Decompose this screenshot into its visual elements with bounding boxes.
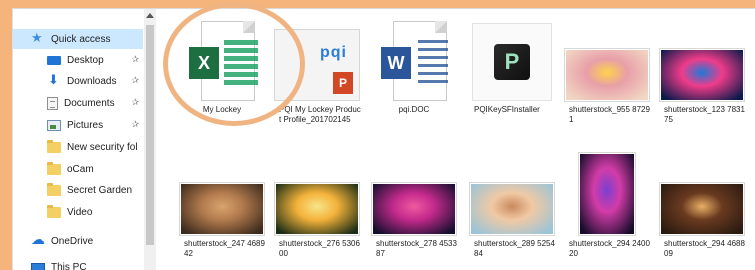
file-thumbnail (368, 151, 460, 235)
image-thumbnail (660, 183, 744, 235)
pin-icon: ✰ (131, 54, 139, 64)
file-thumbnail (561, 19, 653, 101)
nav-item-desktop[interactable]: Desktop ✰ (13, 50, 143, 70)
file-name: PQI My Lockey Product Profile_201702145 (279, 105, 361, 124)
file-thumbnail (466, 151, 558, 235)
folder-icon (47, 139, 61, 153)
image-thumbnail (660, 49, 744, 101)
nav-item-label: Downloads (67, 75, 117, 87)
image-thumbnail (372, 183, 456, 235)
file-name: shutterstock_289 525484 (474, 239, 555, 258)
nav-item-label: Secret Garden (67, 184, 133, 196)
nav-item-ocam[interactable]: oCam (13, 159, 143, 179)
file-name: shutterstock_294 468809 (664, 239, 745, 258)
file-item[interactable]: shutterstock_247 468942 (176, 151, 268, 259)
file-name: shutterstock_955 87291 (569, 105, 650, 124)
file-thumbnail (656, 19, 748, 101)
nav-item-label: Pictures (67, 119, 104, 131)
file-explorer-window: Quick access Desktop ✰ Downloads ✰ Documents ✰… (12, 8, 755, 270)
file-name: shutterstock_247 468942 (184, 239, 265, 258)
file-item[interactable]: shutterstock_276 530600 (271, 151, 363, 259)
file-item[interactable]: PQIKeySFInstaller (466, 19, 558, 115)
image-thumbnail (579, 153, 635, 235)
folder-icon (47, 204, 61, 218)
pictures-icon (47, 119, 61, 131)
file-item[interactable]: shutterstock_294 240020 (561, 151, 653, 259)
highlight-circle (163, 2, 305, 126)
nav-item-new-security-fol[interactable]: New security fol (13, 137, 143, 157)
file-thumbnail (176, 151, 268, 235)
nav-item-label: Quick access (51, 33, 111, 45)
file-thumbnail (561, 151, 653, 235)
file-name: PQIKeySFInstaller (474, 105, 540, 114)
file-item[interactable]: shutterstock_294 468809 (656, 151, 748, 259)
cloud-icon (31, 231, 45, 248)
nav-item-label: OneDrive (51, 235, 94, 247)
nav-item-label: Documents (64, 97, 115, 109)
file-name: shutterstock_276 530600 (279, 239, 360, 258)
folder-icon (47, 161, 61, 175)
computer-icon (31, 262, 45, 270)
image-thumbnail (470, 183, 554, 235)
file-name: shutterstock_278 453387 (376, 239, 457, 258)
installer-app-icon (472, 23, 552, 101)
nav-item-this-pc[interactable]: This PC (13, 257, 143, 270)
image-thumbnail (180, 183, 264, 235)
file-name: shutterstock_294 240020 (569, 239, 650, 258)
desktop-icon (47, 55, 61, 65)
nav-item-onedrive[interactable]: OneDrive (13, 231, 143, 251)
nav-item-label: New security fol (67, 141, 138, 153)
word-file-icon: W (381, 21, 448, 101)
file-item[interactable]: Wpqi.DOC (368, 19, 460, 115)
nav-item-documents[interactable]: Documents ✰ (13, 93, 143, 113)
file-thumbnail (466, 19, 558, 101)
nav-item-pictures[interactable]: Pictures ✰ (13, 115, 143, 135)
image-thumbnail (565, 49, 649, 101)
pin-icon: ✰ (131, 119, 139, 129)
nav-item-label: This PC (51, 261, 87, 270)
file-name: shutterstock_123 783175 (664, 105, 745, 124)
screenshot-frame: Quick access Desktop ✰ Downloads ✰ Documents ✰… (0, 0, 755, 270)
file-item[interactable]: shutterstock_289 525484 (466, 151, 558, 259)
file-thumbnail (271, 151, 363, 235)
file-item[interactable]: shutterstock_278 453387 (368, 151, 460, 259)
nav-item-secret-garden[interactable]: Secret Garden (13, 180, 143, 200)
navigation-scrollbar[interactable] (144, 9, 156, 270)
documents-icon (47, 96, 58, 110)
pin-icon: ✰ (131, 97, 139, 107)
nav-item-video[interactable]: Video (13, 202, 143, 222)
folder-icon (47, 182, 61, 196)
nav-item-label: oCam (67, 163, 94, 175)
download-icon (47, 72, 61, 88)
star-icon (31, 30, 45, 46)
file-thumbnail (656, 151, 748, 235)
nav-item-label: Video (67, 206, 93, 218)
file-thumbnail: W (368, 19, 460, 101)
scroll-thumb[interactable] (146, 25, 154, 245)
file-name: pqi.DOC (398, 105, 430, 114)
scroll-up-arrow-icon[interactable] (146, 13, 154, 18)
file-item[interactable]: shutterstock_955 87291 (561, 19, 653, 125)
file-item[interactable]: shutterstock_123 783175 (656, 19, 748, 125)
pin-icon: ✰ (131, 75, 139, 85)
image-thumbnail (275, 183, 359, 235)
nav-item-downloads[interactable]: Downloads ✰ (13, 71, 143, 91)
nav-item-quick-access[interactable]: Quick access (13, 29, 143, 49)
navigation-pane: Quick access Desktop ✰ Downloads ✰ Documents ✰… (13, 9, 156, 270)
nav-item-label: Desktop (67, 54, 104, 66)
